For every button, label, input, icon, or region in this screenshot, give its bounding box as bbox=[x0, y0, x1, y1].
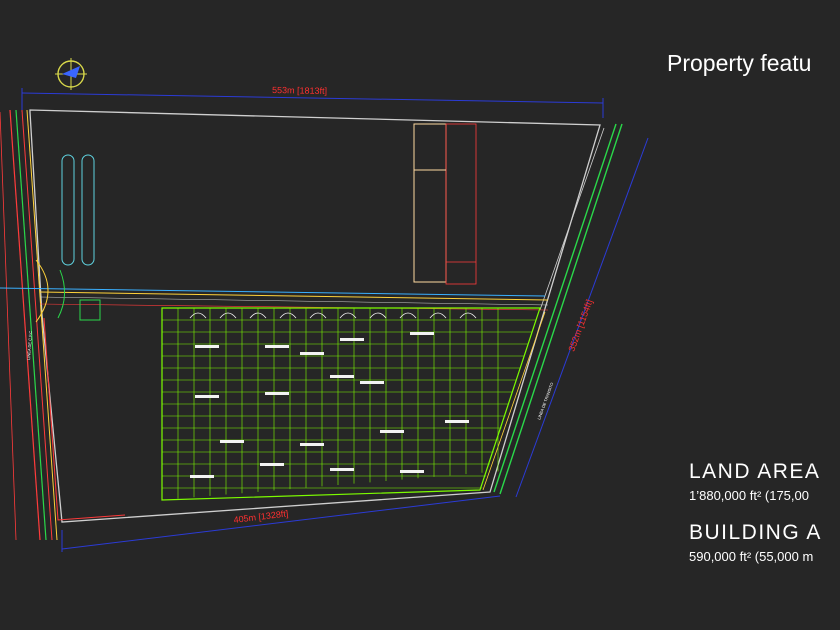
upper-building-strip bbox=[413, 123, 477, 285]
structure-marker bbox=[300, 443, 324, 446]
land-area-heading: LAND AREA bbox=[689, 460, 821, 483]
north-compass-icon bbox=[55, 58, 87, 90]
dimension-top: 553m [1813ft] bbox=[21, 85, 604, 118]
building-grid bbox=[161, 307, 541, 501]
structure-marker bbox=[410, 332, 434, 335]
structure-marker bbox=[265, 392, 289, 395]
left-road-label: LINEA DE C.F.C bbox=[26, 331, 33, 361]
dimension-right: 352m [1154ft] bbox=[515, 137, 649, 498]
slide: 553m [1813ft] 405m [1328ft] 352m [1154ft… bbox=[0, 0, 840, 630]
structure-marker bbox=[380, 430, 404, 433]
slide-title: Property featu bbox=[667, 50, 812, 76]
structure-marker bbox=[400, 470, 424, 473]
dimension-top-label: 553m [1813ft] bbox=[272, 85, 327, 96]
land-area-value: 1’880,000 ft² (175,00 bbox=[689, 488, 809, 503]
lower-left-lot bbox=[43, 317, 126, 521]
structure-marker bbox=[445, 420, 469, 423]
structure-marker bbox=[220, 440, 244, 443]
loading-dock bbox=[459, 312, 477, 319]
structure-marker bbox=[300, 352, 324, 355]
building-area-heading: BUILDING A bbox=[689, 521, 822, 544]
structure-marker bbox=[330, 375, 354, 378]
loading-dock bbox=[279, 312, 297, 319]
structure-marker bbox=[260, 463, 284, 466]
parking-lots bbox=[61, 154, 95, 266]
loading-dock bbox=[309, 312, 327, 319]
loading-dock bbox=[339, 312, 357, 319]
access-road bbox=[0, 287, 549, 311]
left-road-corridor: LINEA DE C.F.C bbox=[0, 109, 58, 541]
loading-dock bbox=[369, 312, 387, 319]
loading-dock bbox=[399, 312, 417, 319]
site-plan-drawing: 553m [1813ft] 405m [1328ft] 352m [1154ft… bbox=[0, 58, 649, 552]
structure-marker bbox=[330, 468, 354, 471]
loading-dock bbox=[189, 312, 207, 319]
loading-dock bbox=[219, 312, 237, 319]
structure-marker bbox=[195, 345, 219, 348]
structure-marker bbox=[195, 395, 219, 398]
structure-marker bbox=[265, 345, 289, 348]
structure-marker bbox=[190, 475, 214, 478]
dimension-bottom: 405m [1328ft] bbox=[61, 495, 501, 552]
loading-dock bbox=[429, 312, 447, 319]
right-road-corridor: LINEA DE TRANSITO bbox=[482, 123, 623, 495]
property-boundary bbox=[29, 109, 601, 523]
building-area-value: 590,000 ft² (55,000 m bbox=[689, 549, 814, 564]
structure-marker bbox=[340, 338, 364, 341]
structure-marker bbox=[360, 381, 384, 384]
entrance-roundabout bbox=[35, 259, 101, 323]
dimension-right-label: 352m [1154ft] bbox=[566, 298, 594, 353]
